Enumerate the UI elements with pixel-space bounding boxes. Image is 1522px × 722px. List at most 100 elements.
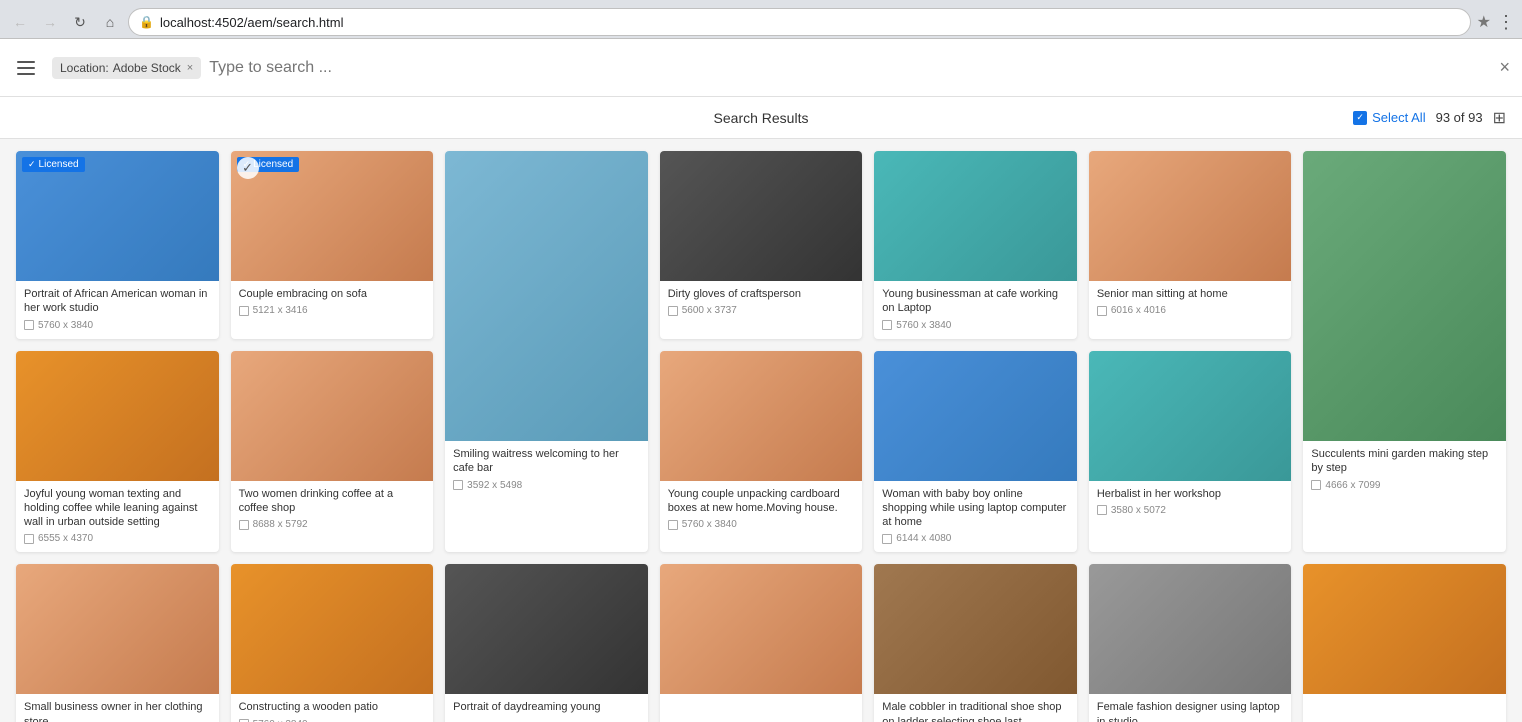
card-image-wrap <box>445 564 648 694</box>
card-image-wrap <box>660 151 863 281</box>
card-item[interactable] <box>660 564 863 722</box>
card-item[interactable]: Small business owner in her clothing sto… <box>16 564 219 722</box>
card-dimensions: 3580 x 5072 <box>1097 505 1284 516</box>
results-count: 93 of 93 <box>1436 110 1483 125</box>
dimensions-icon <box>882 320 892 330</box>
card-item[interactable]: Joyful young woman texting and holding c… <box>16 351 219 553</box>
card-item[interactable]: Constructing a wooden patio 5760 x 3840 <box>231 564 434 722</box>
card-image-wrap <box>660 351 863 481</box>
card-title: Portrait of daydreaming young <box>453 700 640 714</box>
card-title: Herbalist in her workshop <box>1097 487 1284 501</box>
location-value: Adobe Stock <box>113 61 181 75</box>
results-toolbar: Search Results Select All 93 of 93 ⊞ <box>0 97 1522 139</box>
bookmark-button[interactable]: ★ <box>1477 12 1491 32</box>
card-image-wrap <box>1089 351 1292 481</box>
dimensions-icon <box>1311 480 1321 490</box>
card-body: Female fashion designer using laptop in … <box>1089 694 1292 722</box>
results-grid: Licensed Portrait of African American wo… <box>16 151 1506 722</box>
dimensions-icon <box>453 480 463 490</box>
sidebar-toggle-button[interactable] <box>12 54 40 82</box>
card-image-wrap <box>660 564 863 694</box>
card-body: Young businessman at cafe working on Lap… <box>874 281 1077 339</box>
card-image <box>660 351 863 481</box>
card-item[interactable]: Succulents mini garden making step by st… <box>1303 151 1506 552</box>
card-image <box>1303 564 1506 694</box>
card-image-wrap <box>874 151 1077 281</box>
hamburger-line <box>17 61 35 63</box>
card-title: Woman with baby boy online shopping whil… <box>882 487 1069 530</box>
card-title: Constructing a wooden patio <box>239 700 426 714</box>
search-input[interactable] <box>201 59 1499 77</box>
card-image <box>231 564 434 694</box>
browser-chrome: ← → ↻ ⌂ 🔒 localhost:4502/aem/search.html… <box>0 0 1522 39</box>
dimensions-icon <box>1097 306 1107 316</box>
card-item[interactable]: Licensed Portrait of African American wo… <box>16 151 219 339</box>
card-body: Succulents mini garden making step by st… <box>1303 441 1506 499</box>
card-title: Couple embracing on sofa <box>239 287 426 301</box>
card-item[interactable]: Licensed ✓ Couple embracing on sofa 5121… <box>231 151 434 339</box>
home-button[interactable]: ⌂ <box>98 10 122 34</box>
header-close-button[interactable]: × <box>1499 57 1510 78</box>
card-title: Portrait of African American woman in he… <box>24 287 211 316</box>
card-title: Young couple unpacking cardboard boxes a… <box>668 487 855 516</box>
card-image <box>445 564 648 694</box>
card-image <box>660 151 863 281</box>
card-title: Male cobbler in traditional shoe shop on… <box>882 700 1069 722</box>
card-item[interactable]: Young businessman at cafe working on Lap… <box>874 151 1077 339</box>
more-button[interactable]: ⋮ <box>1497 12 1514 33</box>
card-dimensions: 4666 x 7099 <box>1311 480 1498 491</box>
select-all-button[interactable]: Select All <box>1353 110 1425 125</box>
reload-button[interactable]: ↻ <box>68 10 92 34</box>
toolbar-right: Select All 93 of 93 ⊞ <box>1353 108 1506 128</box>
card-image <box>1089 351 1292 481</box>
card-image <box>874 564 1077 694</box>
card-body: Small business owner in her clothing sto… <box>16 694 219 722</box>
card-image-wrap <box>874 351 1077 481</box>
card-item[interactable]: Portrait of daydreaming young <box>445 564 648 722</box>
address-bar[interactable]: 🔒 localhost:4502/aem/search.html <box>128 8 1471 36</box>
results-title: Search Results <box>714 110 809 126</box>
card-body: Herbalist in her workshop 3580 x 5072 <box>1089 481 1292 524</box>
card-item[interactable]: Dirty gloves of craftsperson 5600 x 3737 <box>660 151 863 339</box>
card-item[interactable]: Young couple unpacking cardboard boxes a… <box>660 351 863 553</box>
card-item[interactable]: Two women drinking coffee at a coffee sh… <box>231 351 434 553</box>
card-dimensions: 5121 x 3416 <box>239 305 426 316</box>
card-item[interactable]: Female fashion designer using laptop in … <box>1089 564 1292 722</box>
card-title: Dirty gloves of craftsperson <box>668 287 855 301</box>
card-title: Two women drinking coffee at a coffee sh… <box>239 487 426 516</box>
card-body: Joyful young woman texting and holding c… <box>16 481 219 553</box>
card-image <box>445 151 648 441</box>
card-image <box>1089 564 1292 694</box>
card-dimensions: 5760 x 3840 <box>882 320 1069 331</box>
grid-view-button[interactable]: ⊞ <box>1493 108 1506 128</box>
back-button[interactable]: ← <box>8 10 32 34</box>
card-item[interactable]: Herbalist in her workshop 3580 x 5072 <box>1089 351 1292 553</box>
card-body: Woman with baby boy online shopping whil… <box>874 481 1077 553</box>
card-image <box>16 351 219 481</box>
dimensions-icon <box>24 320 34 330</box>
card-image <box>231 351 434 481</box>
card-item[interactable]: Male cobbler in traditional shoe shop on… <box>874 564 1077 722</box>
card-item[interactable] <box>1303 564 1506 722</box>
card-dimensions: 8688 x 5792 <box>239 519 426 530</box>
card-image-wrap <box>1303 151 1506 441</box>
card-item[interactable]: Smiling waitress welcoming to her cafe b… <box>445 151 648 552</box>
card-body: Male cobbler in traditional shoe shop on… <box>874 694 1077 722</box>
check-overlay: ✓ <box>237 157 259 179</box>
url-text: localhost:4502/aem/search.html <box>160 15 344 30</box>
card-dimensions: 3592 x 5498 <box>453 480 640 491</box>
card-title: Small business owner in her clothing sto… <box>24 700 211 722</box>
card-image-wrap: Licensed ✓ <box>231 151 434 281</box>
card-body: Portrait of daydreaming young <box>445 694 648 722</box>
dimensions-icon <box>1097 505 1107 515</box>
card-image-wrap <box>16 351 219 481</box>
forward-button[interactable]: → <box>38 10 62 34</box>
card-body: Young couple unpacking cardboard boxes a… <box>660 481 863 539</box>
location-close-icon[interactable]: × <box>187 62 193 74</box>
card-image-wrap: Licensed <box>16 151 219 281</box>
licensed-badge: Licensed <box>22 157 85 172</box>
content-area[interactable]: Licensed Portrait of African American wo… <box>0 139 1522 722</box>
card-item[interactable]: Woman with baby boy online shopping whil… <box>874 351 1077 553</box>
dimensions-icon <box>239 520 249 530</box>
card-item[interactable]: Senior man sitting at home 6016 x 4016 <box>1089 151 1292 339</box>
